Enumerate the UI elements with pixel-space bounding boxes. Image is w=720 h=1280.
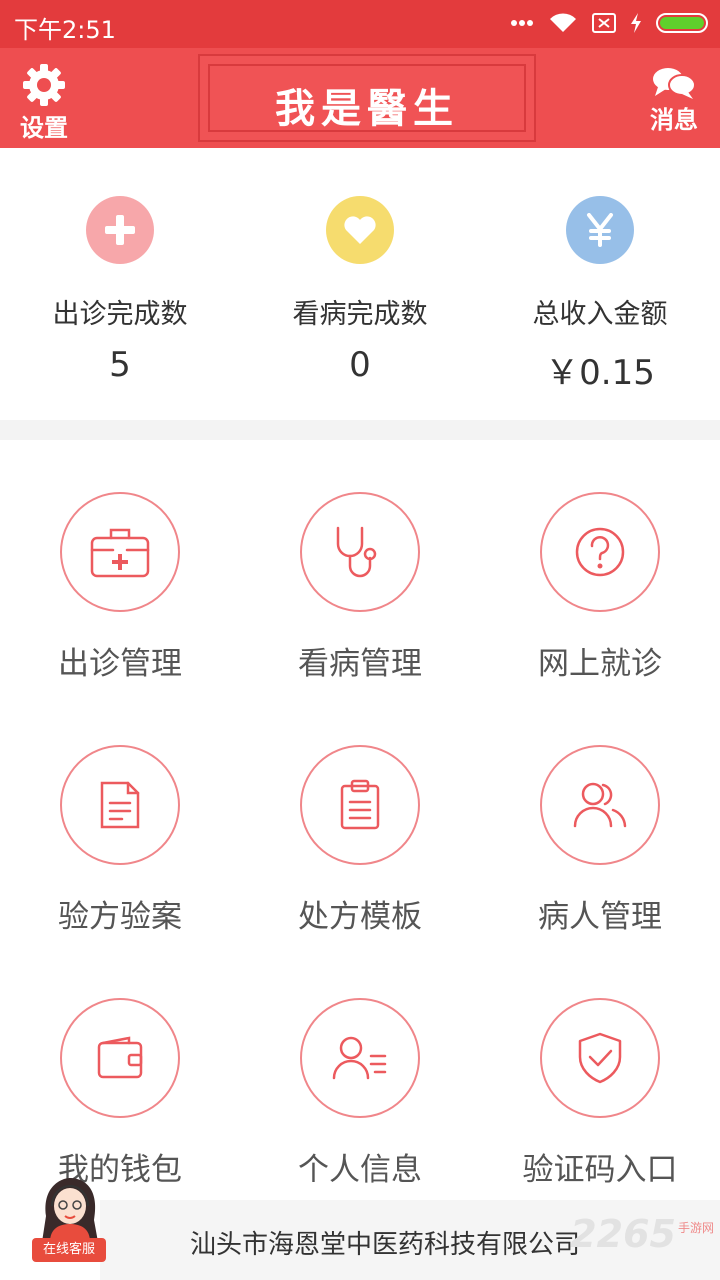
more-dots-icon	[511, 20, 533, 26]
stat-label: 总收入金额	[532, 299, 668, 330]
grid-item-visit-management[interactable]: 出诊管理	[0, 492, 240, 683]
grid-icon-circle	[60, 998, 180, 1118]
app-header: 设置 我是醫生 消息	[0, 48, 720, 148]
charging-icon	[631, 13, 641, 33]
messages-label: 消息	[650, 106, 698, 134]
stats-panel: 出诊完成数 5 看病完成数 0 总收入金额 ￥0.15	[0, 148, 720, 420]
grid-label: 网上就诊	[538, 646, 662, 682]
grid-icon-circle	[300, 998, 420, 1118]
service-avatar-icon	[42, 1178, 98, 1242]
grid-label: 验证码入口	[522, 1152, 678, 1188]
status-time: 下午2:51	[14, 16, 116, 44]
battery-icon	[656, 13, 708, 33]
medical-kit-icon	[90, 528, 150, 578]
grid-item-online-consultation[interactable]: 网上就诊	[480, 492, 720, 683]
wallet-icon	[97, 1036, 143, 1079]
stat-label: 看病完成数	[292, 299, 428, 330]
messages-button[interactable]: 消息	[650, 66, 698, 135]
grid-label: 看病管理	[298, 646, 422, 682]
stat-value: 0	[349, 345, 371, 385]
settings-label: 设置	[20, 114, 68, 142]
shield-check-icon	[578, 1032, 622, 1084]
online-service-label: 在线客服	[32, 1238, 106, 1262]
title-frame: 我是醫生	[198, 54, 536, 142]
grid-label: 处方模板	[298, 899, 422, 935]
heart-icon	[326, 196, 394, 264]
grid-item-proven-prescriptions[interactable]: 验方验案	[0, 745, 240, 936]
stat-value: 5	[109, 345, 131, 385]
plus-icon	[86, 196, 154, 264]
chat-bubbles-icon	[653, 68, 696, 99]
stat-income: 总收入金额 ￥0.15	[480, 196, 720, 394]
question-icon	[575, 527, 625, 577]
gear-icon	[23, 64, 65, 106]
stat-consultations: 看病完成数 0	[240, 196, 480, 385]
grid-icon-circle	[540, 998, 660, 1118]
wifi-icon	[550, 13, 576, 32]
grid-label: 验方验案	[58, 899, 182, 935]
grid-item-my-wallet[interactable]: 我的钱包	[0, 998, 240, 1189]
watermark-sub: 手游网	[677, 1221, 714, 1235]
grid-item-patient-management[interactable]: 病人管理	[480, 745, 720, 936]
status-icons	[510, 12, 708, 34]
grid-icon-circle	[60, 745, 180, 865]
online-service-button[interactable]: 在线客服	[32, 1176, 108, 1266]
footer-bar: 汕头市海恩堂中医药科技有限公司 2265 手游网	[100, 1200, 720, 1280]
grid-item-consultation-management[interactable]: 看病管理	[240, 492, 480, 683]
grid-icon-circle	[540, 745, 660, 865]
grid-icon-circle	[60, 492, 180, 612]
grid-label: 病人管理	[538, 899, 662, 935]
grid-label: 个人信息	[298, 1152, 422, 1188]
settings-button[interactable]: 设置	[20, 62, 68, 143]
stat-visits: 出诊完成数 5	[0, 196, 240, 385]
grid-icon-circle	[300, 745, 420, 865]
page-title: 我是醫生	[275, 85, 459, 132]
patients-icon	[573, 782, 627, 828]
company-name: 汕头市海恩堂中医药科技有限公司	[190, 1230, 581, 1260]
yen-icon	[566, 196, 634, 264]
grid-item-personal-info[interactable]: 个人信息	[240, 998, 480, 1189]
watermark-number: 2265	[570, 1212, 676, 1256]
section-divider	[0, 420, 720, 440]
stethoscope-icon	[336, 526, 377, 578]
stat-label: 出诊完成数	[52, 299, 188, 330]
battery-level	[660, 17, 704, 29]
grid-icon-circle	[540, 492, 660, 612]
grid-icon-circle	[300, 492, 420, 612]
no-sim-icon	[592, 13, 616, 33]
watermark: 2265 手游网	[570, 1212, 714, 1256]
stat-value: ￥0.15	[545, 353, 655, 393]
grid-label: 出诊管理	[58, 646, 182, 682]
grid-item-prescription-templates[interactable]: 处方模板	[240, 745, 480, 936]
status-bar: 下午2:51	[0, 0, 720, 48]
clipboard-icon	[340, 779, 380, 830]
document-icon	[100, 781, 140, 829]
grid-item-verification-code[interactable]: 验证码入口	[480, 998, 720, 1189]
profile-icon	[332, 1036, 387, 1080]
